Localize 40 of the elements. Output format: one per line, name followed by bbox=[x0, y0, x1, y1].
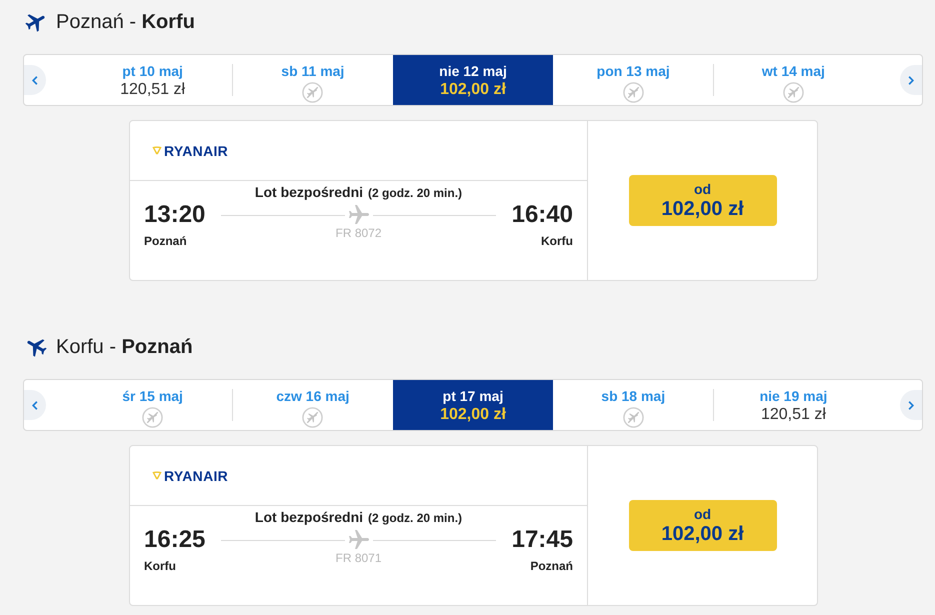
flight-number: FR 8072 bbox=[335, 225, 382, 241]
flight-number: FR 8071 bbox=[335, 550, 382, 566]
chevron-right-icon bbox=[908, 400, 914, 410]
flight-duration: (2 godz. 20 min.) bbox=[368, 510, 462, 526]
flight-duration: (2 godz. 20 min.) bbox=[368, 185, 462, 201]
crossed-plane-icon bbox=[302, 407, 324, 428]
airplane-icon bbox=[348, 530, 368, 550]
airline-logo-text: RYANAIR bbox=[164, 142, 228, 158]
crossed-plane-icon bbox=[622, 407, 644, 428]
price-button[interactable]: od 102,00 zł bbox=[628, 175, 776, 226]
departure-time: 16:25 bbox=[144, 526, 206, 554]
crossed-plane-icon bbox=[622, 82, 644, 103]
logo-icon bbox=[152, 471, 162, 480]
arrival-city: Korfu bbox=[541, 233, 573, 249]
arrival-time: 17:45 bbox=[512, 526, 573, 554]
departure-city: Korfu bbox=[144, 558, 176, 574]
airline-logo-text: RYANAIR bbox=[164, 468, 228, 484]
previous-dates-button[interactable] bbox=[24, 390, 46, 420]
flight-type: Lot bezpośredni bbox=[254, 183, 364, 201]
route-title: Poznań - Korfu bbox=[56, 10, 195, 34]
crossed-plane-icon bbox=[782, 82, 804, 103]
chevron-left-icon bbox=[32, 400, 38, 410]
route-title: Korfu - Poznań bbox=[56, 335, 193, 359]
date-tab[interactable]: pt 17 maj 102,00 zł bbox=[393, 380, 553, 430]
departure-city: Poznań bbox=[144, 233, 187, 249]
departure-time: 13:20 bbox=[144, 201, 206, 229]
crossed-plane-icon bbox=[302, 82, 324, 103]
airplane-icon bbox=[348, 205, 368, 225]
date-tab[interactable]: nie 12 maj 102,00 zł bbox=[393, 55, 553, 105]
previous-dates-button[interactable] bbox=[24, 65, 46, 95]
chevron-right-icon bbox=[908, 76, 914, 84]
chevron-left-icon bbox=[32, 76, 38, 84]
crossed-plane-icon bbox=[142, 407, 164, 428]
arrival-city: Poznań bbox=[530, 558, 573, 574]
logo-icon bbox=[152, 146, 162, 155]
next-dates-button[interactable] bbox=[900, 65, 922, 95]
price-button[interactable]: od 102,00 zł bbox=[628, 500, 776, 551]
flight-type: Lot bezpośredni bbox=[254, 508, 364, 526]
arrival-time: 16:40 bbox=[512, 201, 573, 229]
next-dates-button[interactable] bbox=[900, 390, 922, 420]
